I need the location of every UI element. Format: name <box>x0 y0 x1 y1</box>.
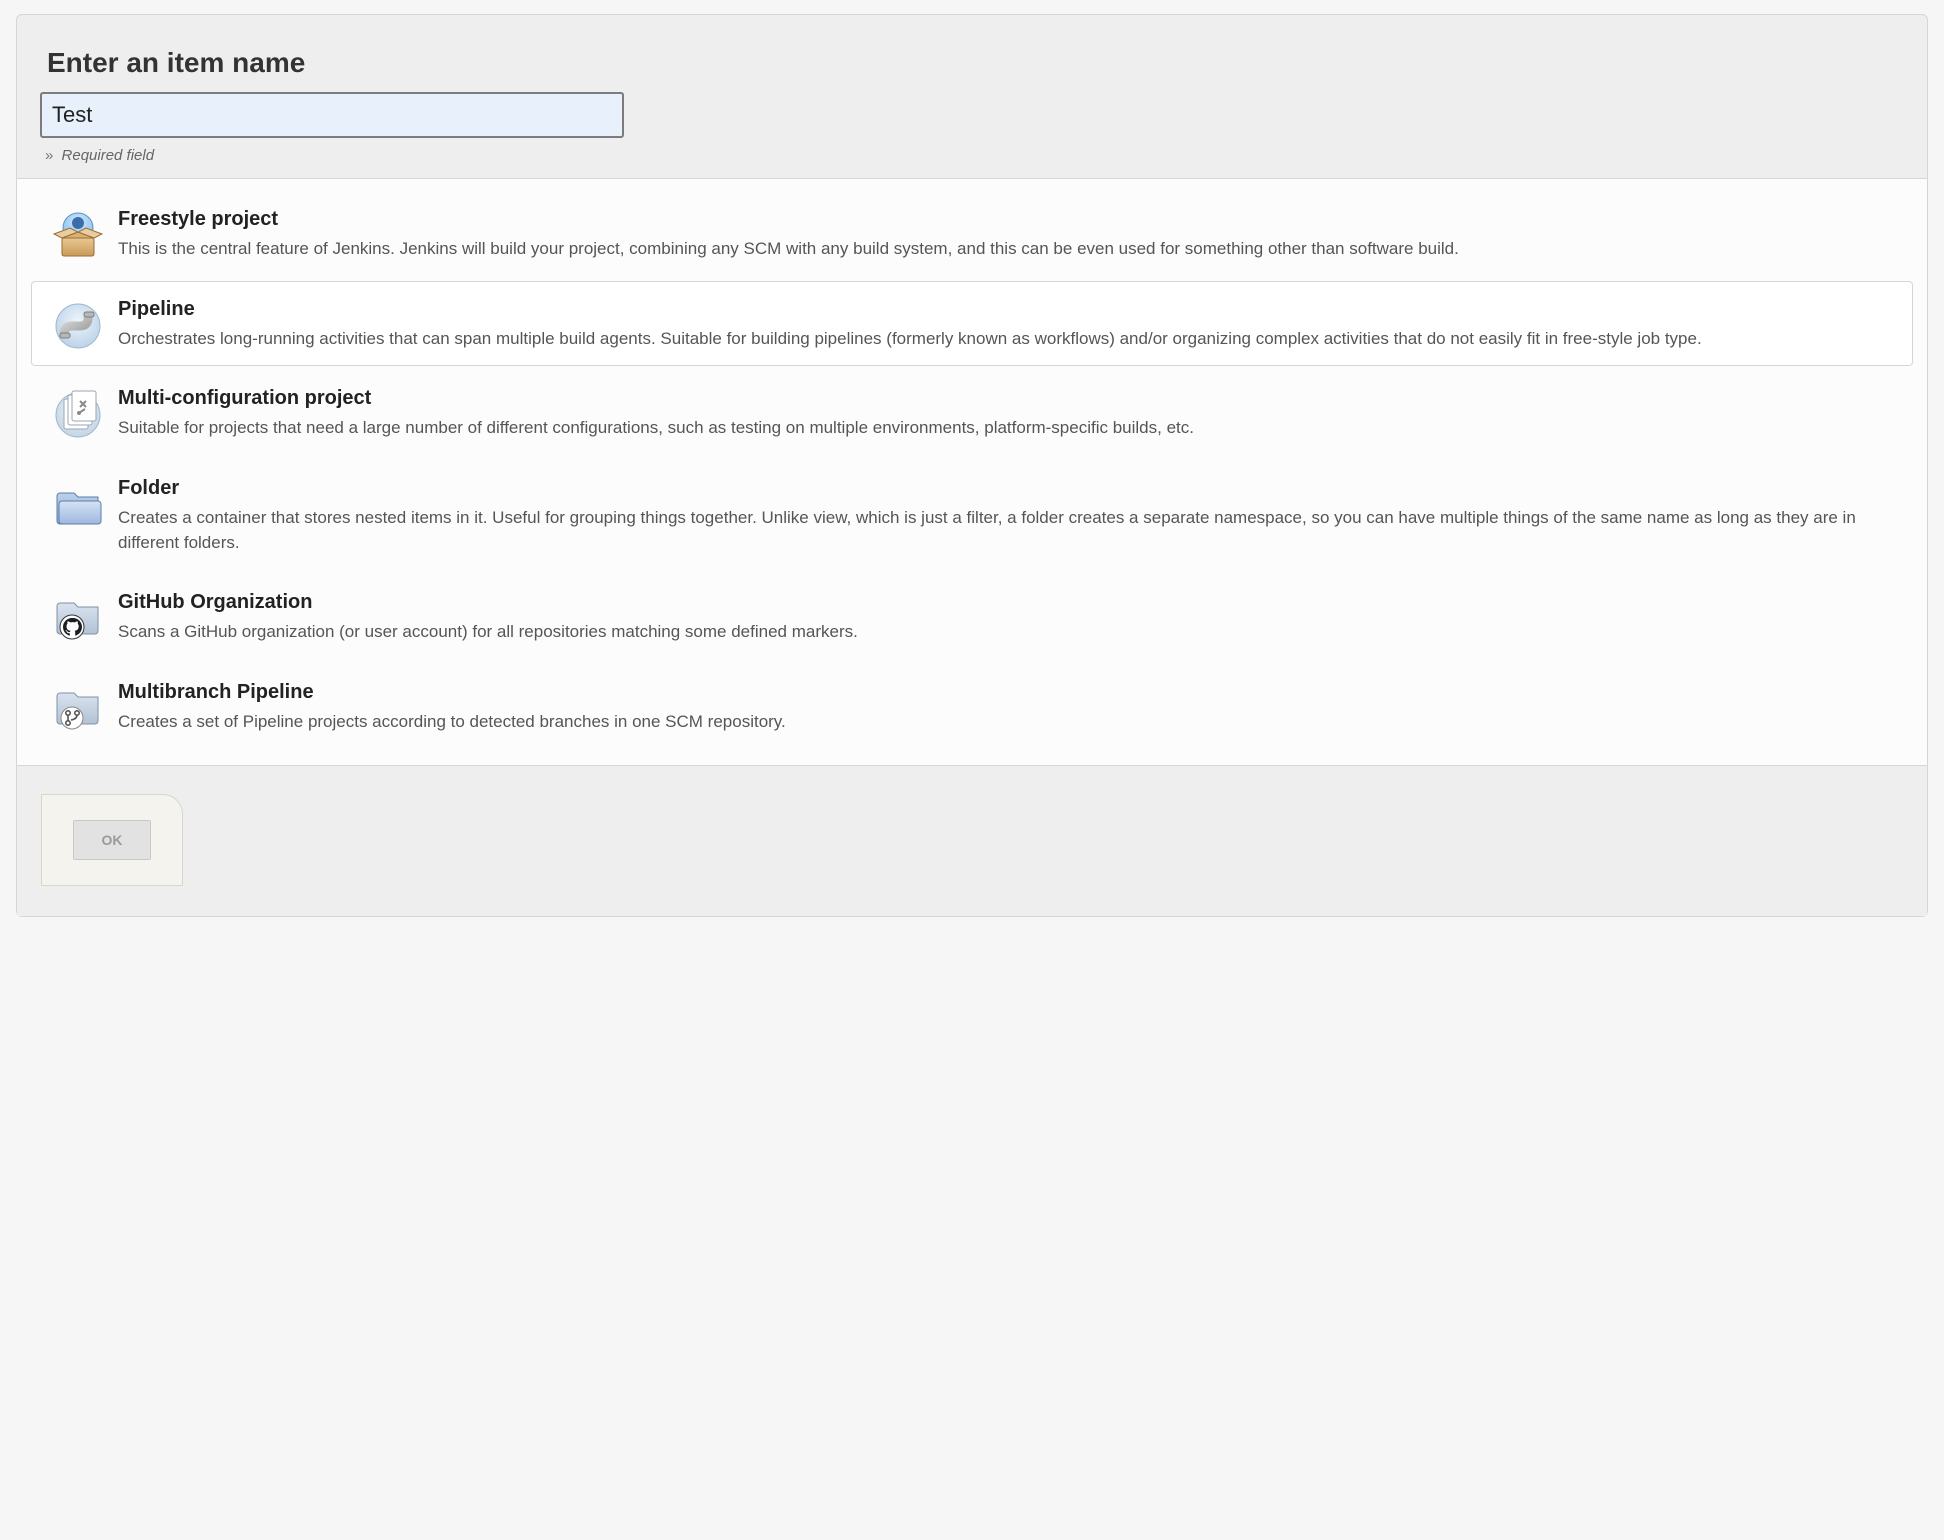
hint-marker: » <box>45 147 53 164</box>
item-desc: Creates a container that stores nested i… <box>118 506 1898 555</box>
footer-section: OK <box>17 765 1927 916</box>
ok-button[interactable]: OK <box>73 820 151 860</box>
item-desc: Orchestrates long-running activities tha… <box>118 327 1898 352</box>
multibranch-icon <box>46 681 110 733</box>
folder-icon <box>46 477 110 529</box>
item-type-list: Freestyle project This is the central fe… <box>17 179 1927 765</box>
item-name-input[interactable] <box>41 93 623 137</box>
freestyle-project-icon <box>46 208 110 260</box>
header-section: Enter an item name » Required field <box>17 15 1927 178</box>
item-type-multiconfig[interactable]: Multi-configuration project Suitable for… <box>31 370 1913 456</box>
required-field-hint: » Required field <box>45 147 1899 164</box>
page-title: Enter an item name <box>47 47 1897 79</box>
github-org-icon <box>46 591 110 643</box>
new-item-page: Enter an item name » Required field <box>16 14 1928 917</box>
item-desc: Suitable for projects that need a large … <box>118 416 1898 441</box>
item-desc: This is the central feature of Jenkins. … <box>118 237 1898 262</box>
item-title: GitHub Organization <box>118 591 1898 614</box>
hint-text: Required field <box>62 147 155 164</box>
item-title: Multibranch Pipeline <box>118 681 1898 704</box>
item-title: Multi-configuration project <box>118 387 1898 410</box>
item-type-github-org[interactable]: GitHub Organization Scans a GitHub organ… <box>31 574 1913 660</box>
item-title: Pipeline <box>118 298 1898 321</box>
pipeline-icon <box>46 298 110 350</box>
item-desc: Scans a GitHub organization (or user acc… <box>118 620 1898 645</box>
item-title: Folder <box>118 477 1898 500</box>
item-desc: Creates a set of Pipeline projects accor… <box>118 710 1898 735</box>
item-type-multibranch[interactable]: Multibranch Pipeline Creates a set of Pi… <box>31 664 1913 750</box>
ok-card: OK <box>41 794 183 886</box>
item-type-pipeline[interactable]: Pipeline Orchestrates long-running activ… <box>31 281 1913 367</box>
item-type-folder[interactable]: Folder Creates a container that stores n… <box>31 460 1913 570</box>
multiconfig-icon <box>46 387 110 439</box>
item-type-freestyle[interactable]: Freestyle project This is the central fe… <box>31 191 1913 277</box>
item-title: Freestyle project <box>118 208 1898 231</box>
